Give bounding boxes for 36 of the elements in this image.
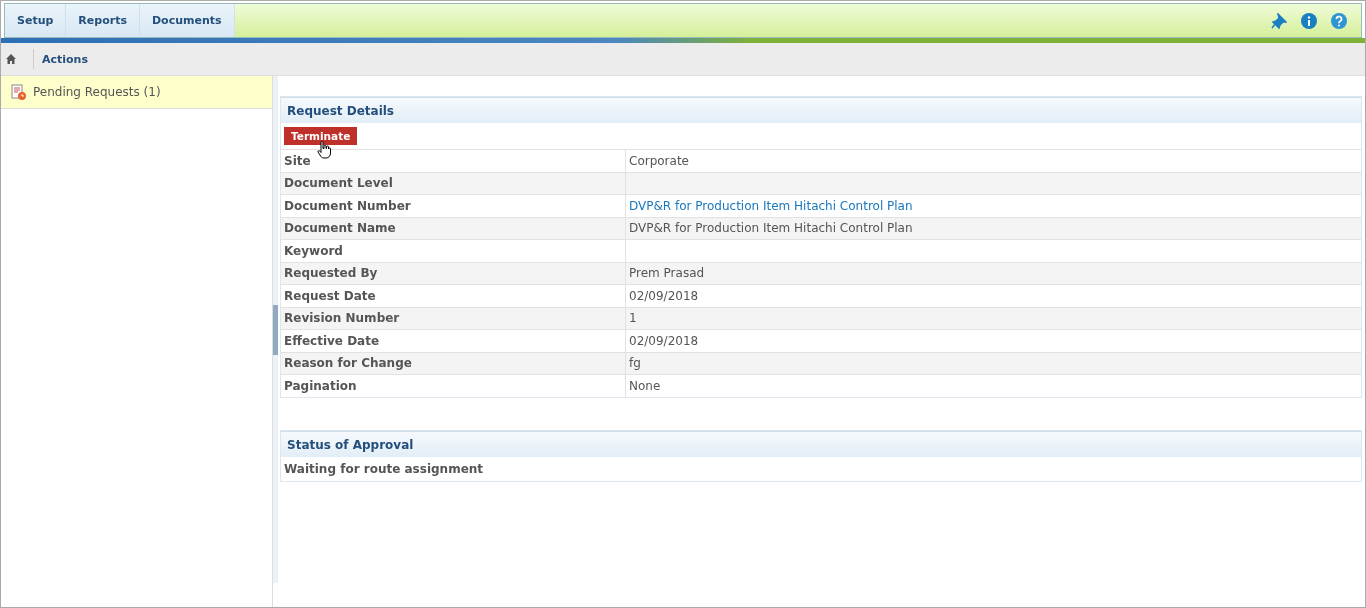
help-icon[interactable]	[1331, 12, 1347, 29]
splitter-handle[interactable]	[273, 305, 278, 355]
document-link[interactable]: DVP&R for Production Item Hitachi Control Plan	[629, 198, 913, 213]
field-label: Reason for Change	[281, 352, 626, 375]
home-icon[interactable]	[5, 53, 17, 65]
terminate-button[interactable]: Terminate	[284, 127, 358, 145]
field-label: Document Number	[281, 194, 626, 217]
field-value: DVP&R for Production Item Hitachi Control Plan	[629, 221, 913, 236]
breadcrumb-link[interactable]: Actions	[42, 52, 88, 66]
field-label: Effective Date	[281, 329, 626, 352]
field-label: Keyword	[281, 239, 626, 262]
section-title: Request Details	[287, 103, 394, 118]
sidebar-item[interactable]: Pending Requests (1)	[1, 76, 272, 109]
menu-tab[interactable]: Setup	[5, 4, 67, 37]
status-message: Waiting for route assignment	[284, 462, 484, 476]
document-clock-icon	[11, 83, 27, 101]
field-label: Requested By	[281, 262, 626, 285]
field-label: Pagination	[281, 374, 626, 397]
field-value: 02/09/2018	[629, 288, 699, 303]
field-label: Site	[281, 149, 626, 172]
field-value: None	[629, 379, 661, 393]
pin-icon[interactable]	[1271, 12, 1287, 29]
menu-tab[interactable]: Documents	[139, 4, 235, 37]
field-label: Request Date	[281, 284, 626, 307]
menu-tab[interactable]: Reports	[66, 4, 140, 37]
field-value: fg	[629, 356, 641, 371]
hand-cursor-icon	[317, 141, 331, 159]
field-label: Document Name	[281, 217, 626, 240]
field-value: Corporate	[629, 153, 689, 168]
section-title: Status of Approval	[287, 437, 414, 452]
info-icon[interactable]	[1301, 12, 1317, 29]
field-value: 02/09/2018	[629, 333, 699, 348]
field-value: 1	[629, 311, 637, 326]
field-label: Document Level	[281, 172, 626, 195]
field-label: Revision Number	[281, 307, 626, 330]
field-value: Prem Prasad	[629, 266, 705, 281]
